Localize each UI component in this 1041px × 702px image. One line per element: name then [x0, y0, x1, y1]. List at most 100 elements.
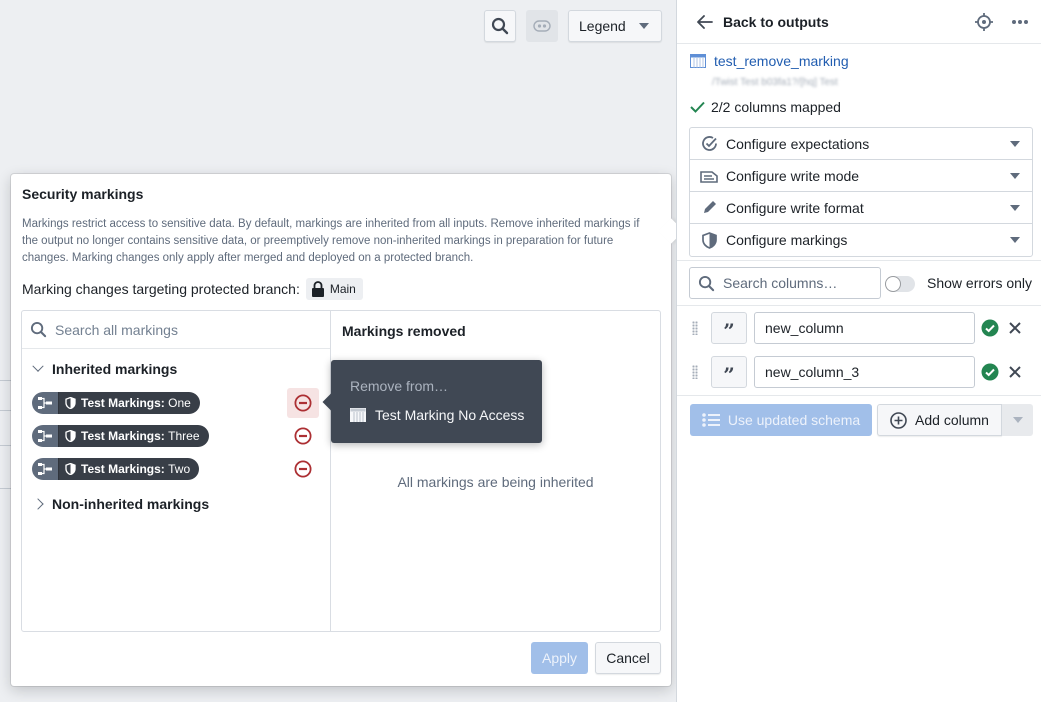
mapping-status-text: 2/2 columns mapped: [711, 99, 841, 115]
remove-marking-button[interactable]: [287, 388, 319, 418]
apply-button[interactable]: Apply: [531, 642, 588, 674]
markings-panes: Search all markings Inherited markings T…: [21, 310, 661, 632]
check-icon: [690, 101, 705, 113]
column-type-button[interactable]: ”: [711, 312, 747, 344]
section-label: Configure write mode: [726, 167, 860, 184]
branch-name: Main: [329, 282, 356, 296]
dataset-line: test_remove_marking: [690, 53, 849, 69]
drag-handle-icon[interactable]: [692, 321, 698, 335]
cancel-button[interactable]: Cancel: [595, 642, 661, 674]
configure-write-format-section[interactable]: Configure write format: [690, 192, 1032, 224]
shield-icon: [65, 397, 76, 409]
marking-category: Test Markings:: [81, 429, 165, 443]
pencil-icon: [703, 201, 716, 213]
back-to-outputs-link[interactable]: Back to outputs: [697, 14, 829, 30]
marking-row: Test Markings: Three: [32, 424, 330, 448]
add-column-options-button[interactable]: [1002, 404, 1033, 436]
marking-name: Two: [168, 462, 191, 476]
divider: [677, 260, 1041, 261]
chevron-down-icon: [32, 360, 44, 372]
dataset-table-icon: [350, 408, 366, 422]
remove-circle-icon: [294, 460, 312, 478]
menu-item-remove-from-dataset[interactable]: Test Marking No Access: [350, 407, 524, 423]
valid-check-icon: [981, 363, 999, 381]
markings-removed-title: Markings removed: [342, 323, 466, 339]
configure-write-mode-section[interactable]: Configure write mode: [690, 160, 1032, 192]
lock-icon: [311, 281, 324, 297]
dialog-title: Security markings: [22, 186, 144, 202]
configure-sections: Configure expectations Configure write m…: [689, 127, 1033, 257]
remove-marking-button[interactable]: [287, 421, 319, 451]
remove-circle-icon: [294, 394, 312, 412]
dataset-name-link[interactable]: test_remove_marking: [714, 53, 849, 69]
dataset-table-icon: [690, 54, 706, 68]
non-inherited-markings-group[interactable]: Non-inherited markings: [32, 496, 210, 512]
group-label: Inherited markings: [52, 361, 178, 377]
column-name-input[interactable]: new_column: [754, 312, 975, 344]
more-icon[interactable]: [1011, 19, 1029, 25]
quote-icon: ”: [723, 319, 735, 343]
canvas-toolbar: Legend: [484, 10, 662, 42]
section-label: Configure expectations: [726, 135, 870, 152]
marking-row: Test Markings: Two: [32, 457, 330, 481]
column-type-button[interactable]: ”: [711, 356, 747, 388]
menu-item-label: Test Marking No Access: [375, 407, 525, 423]
shield-icon: [701, 231, 717, 249]
search-markings-input[interactable]: Search all markings: [22, 311, 330, 349]
configure-expectations-section[interactable]: Configure expectations: [690, 128, 1032, 160]
remove-marking-button[interactable]: [287, 454, 319, 484]
list-icon: [702, 413, 720, 427]
legend-dropdown[interactable]: Legend: [568, 10, 662, 42]
search-columns-input[interactable]: Search columns…: [689, 267, 881, 299]
column-name-input[interactable]: new_column_3: [754, 356, 975, 388]
caret-down-icon: [639, 23, 649, 29]
marking-name: One: [168, 396, 191, 410]
write-mode-icon: [700, 170, 718, 183]
empty-state-note: All markings are being inherited: [397, 474, 594, 490]
column-row: ” new_column_3: [689, 356, 1033, 388]
divider: [677, 395, 1041, 396]
marking-row: Test Markings: One: [32, 388, 330, 418]
configure-markings-section[interactable]: Configure markings: [690, 224, 1032, 256]
remove-column-icon[interactable]: [1009, 366, 1021, 378]
divider: [677, 305, 1041, 306]
remove-from-menu: Remove from… Test Marking No Access: [322, 360, 542, 443]
remove-column-icon[interactable]: [1009, 322, 1021, 334]
show-errors-toggle[interactable]: [885, 276, 915, 292]
arrow-left-icon: [697, 14, 713, 29]
eye-toggle-icon: [533, 20, 551, 32]
lineage-icon: [32, 458, 58, 480]
add-column-label: Add column: [915, 412, 989, 428]
shield-icon: [65, 430, 76, 442]
marking-tag: Test Markings: One: [32, 392, 200, 414]
locate-icon[interactable]: [975, 12, 993, 31]
search-icon: [30, 321, 47, 338]
show-errors-label: Show errors only: [927, 275, 1033, 291]
expectations-icon: [701, 136, 717, 151]
view-toggle-button[interactable]: [526, 10, 558, 42]
section-label: Configure markings: [726, 232, 848, 248]
add-circle-icon: [890, 411, 907, 429]
inherited-markings-group[interactable]: Inherited markings: [32, 360, 178, 377]
search-button[interactable]: [484, 10, 516, 42]
search-icon: [698, 275, 715, 291]
dataset-path: /Twist Test b03fa1?/[hq] Test: [712, 77, 838, 88]
marking-tag: Test Markings: Three: [32, 425, 209, 447]
chevron-right-icon: [32, 498, 44, 510]
group-label: Non-inherited markings: [52, 496, 210, 512]
search-icon: [491, 17, 509, 35]
lineage-icon: [32, 425, 58, 447]
legend-label: Legend: [579, 18, 626, 34]
valid-check-icon: [981, 319, 999, 337]
drag-handle-icon[interactable]: [692, 365, 698, 379]
use-updated-schema-button[interactable]: Use updated schema: [690, 404, 872, 436]
caret-down-icon: [1010, 140, 1020, 147]
remove-circle-icon: [294, 427, 312, 445]
caret-down-icon: [1010, 204, 1020, 211]
add-column-button[interactable]: Add column: [877, 404, 1002, 436]
use-schema-label: Use updated schema: [727, 412, 861, 428]
shield-icon: [65, 463, 76, 475]
marking-category: Test Markings:: [81, 462, 165, 476]
header-actions: [975, 12, 1029, 31]
lineage-icon: [32, 392, 58, 414]
